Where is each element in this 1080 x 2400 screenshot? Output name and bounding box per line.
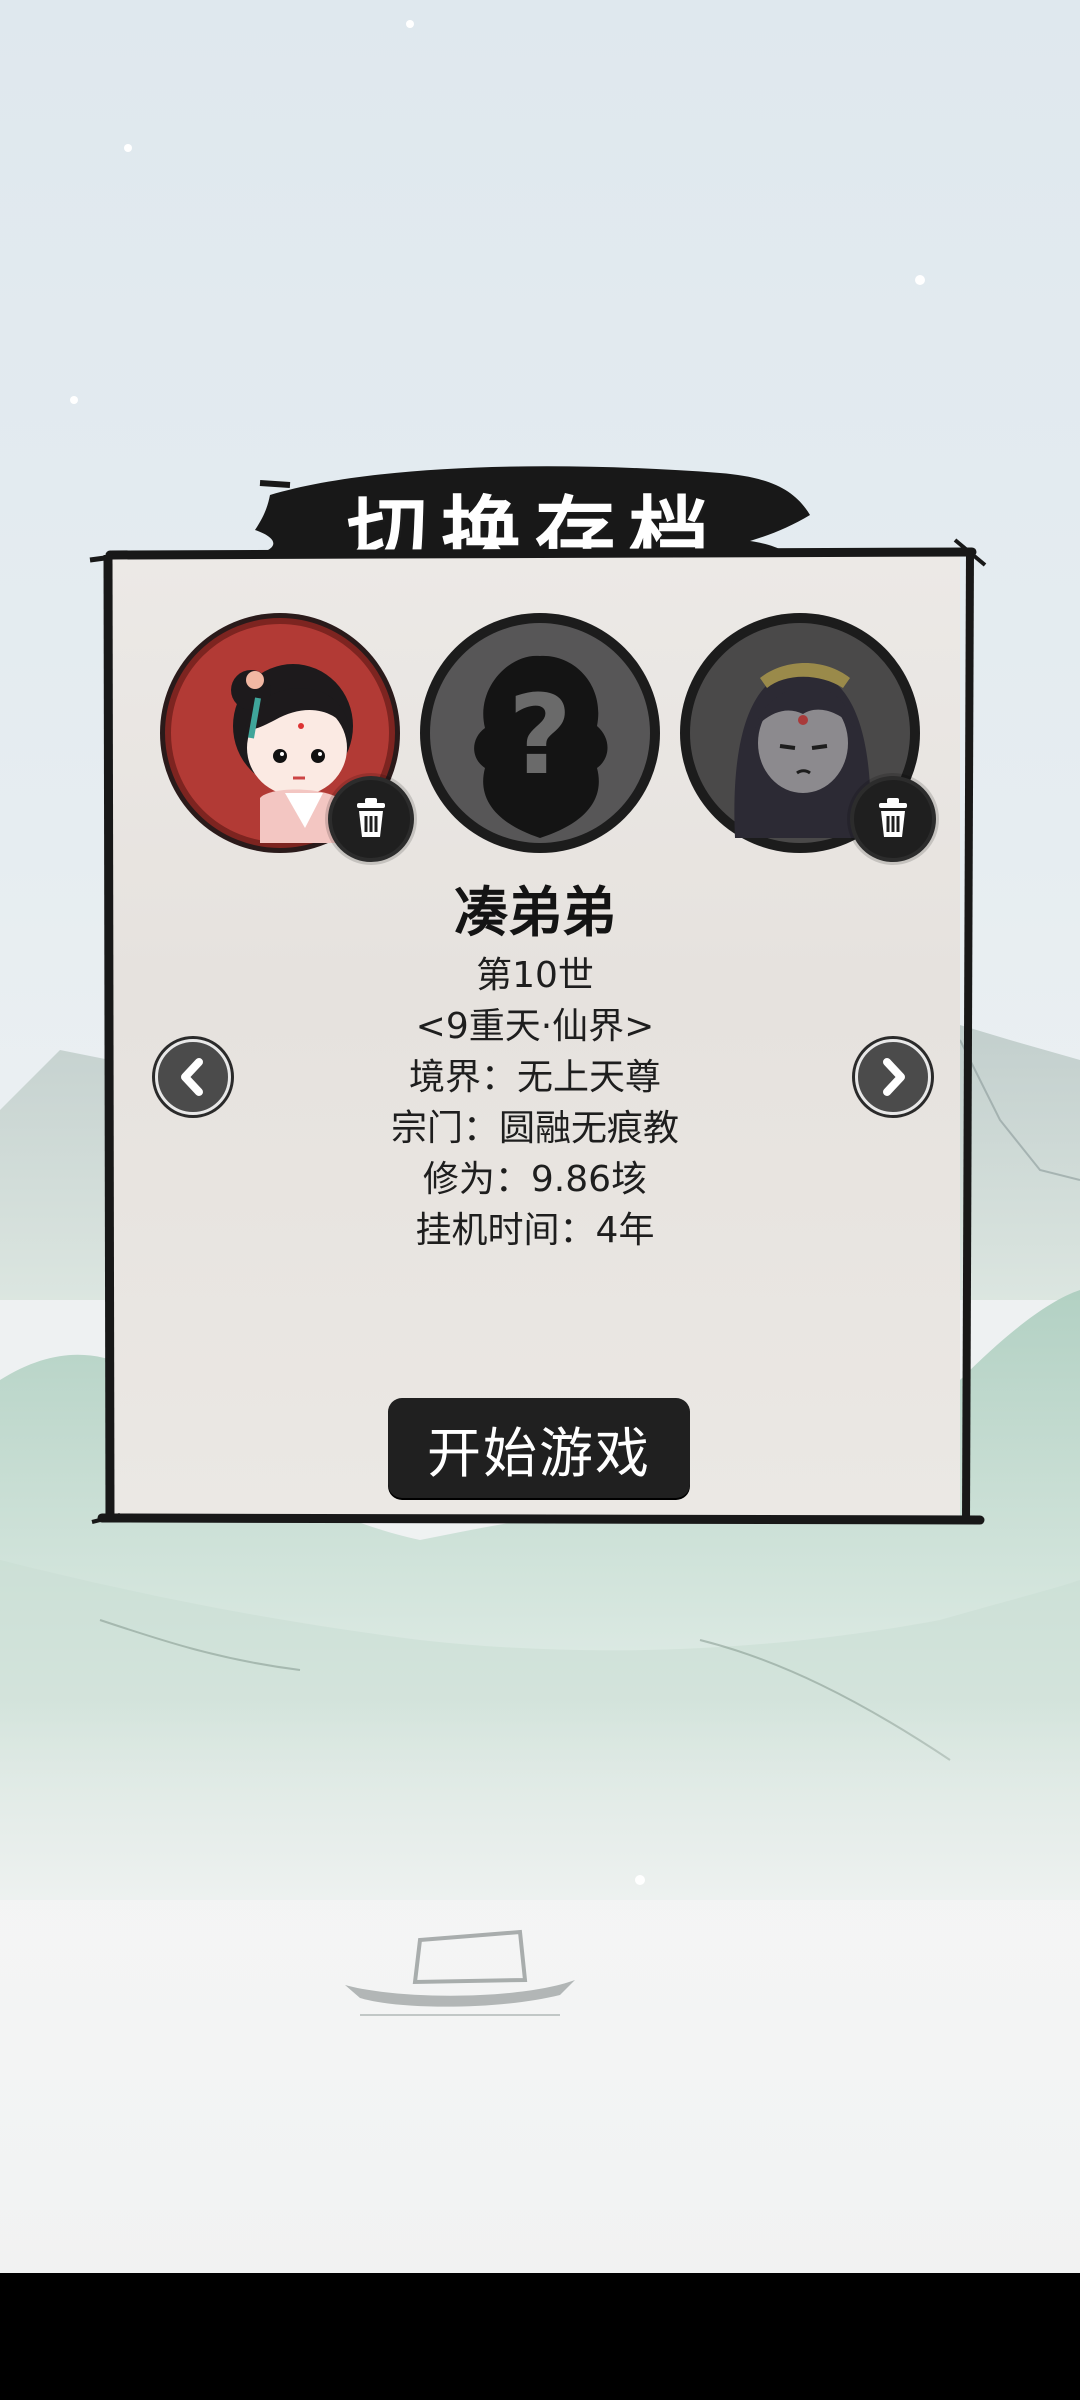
next-slot-button[interactable] bbox=[855, 1039, 931, 1115]
trash-icon bbox=[879, 798, 907, 837]
character-generation: 第10世 bbox=[476, 955, 594, 996]
character-name: 凑弟弟 bbox=[454, 881, 616, 944]
start-game-button[interactable]: 开始游戏 bbox=[388, 1398, 690, 1498]
trash-icon bbox=[357, 798, 385, 837]
character-realm-zone: <9重天·仙界> bbox=[415, 1006, 655, 1047]
system-nav-bar bbox=[0, 2273, 1080, 2400]
character-sect: 宗门：圆融无痕教 bbox=[390, 1108, 679, 1149]
svg-text:?: ? bbox=[508, 671, 572, 799]
save-slot-2-avatar[interactable]: ? bbox=[415, 608, 665, 858]
chevron-right-icon bbox=[883, 1058, 905, 1096]
delete-slot-1-button[interactable] bbox=[328, 776, 414, 862]
character-cultivation: 修为：9.86垓 bbox=[422, 1159, 648, 1200]
character-realm: 境界：无上天尊 bbox=[408, 1057, 661, 1098]
question-silhouette-icon: ? bbox=[420, 613, 660, 853]
chevron-left-icon bbox=[181, 1058, 203, 1096]
prev-slot-button[interactable] bbox=[155, 1039, 231, 1115]
character-idle-time: 挂机时间：4年 bbox=[415, 1210, 655, 1251]
delete-slot-3-button[interactable] bbox=[850, 776, 936, 862]
